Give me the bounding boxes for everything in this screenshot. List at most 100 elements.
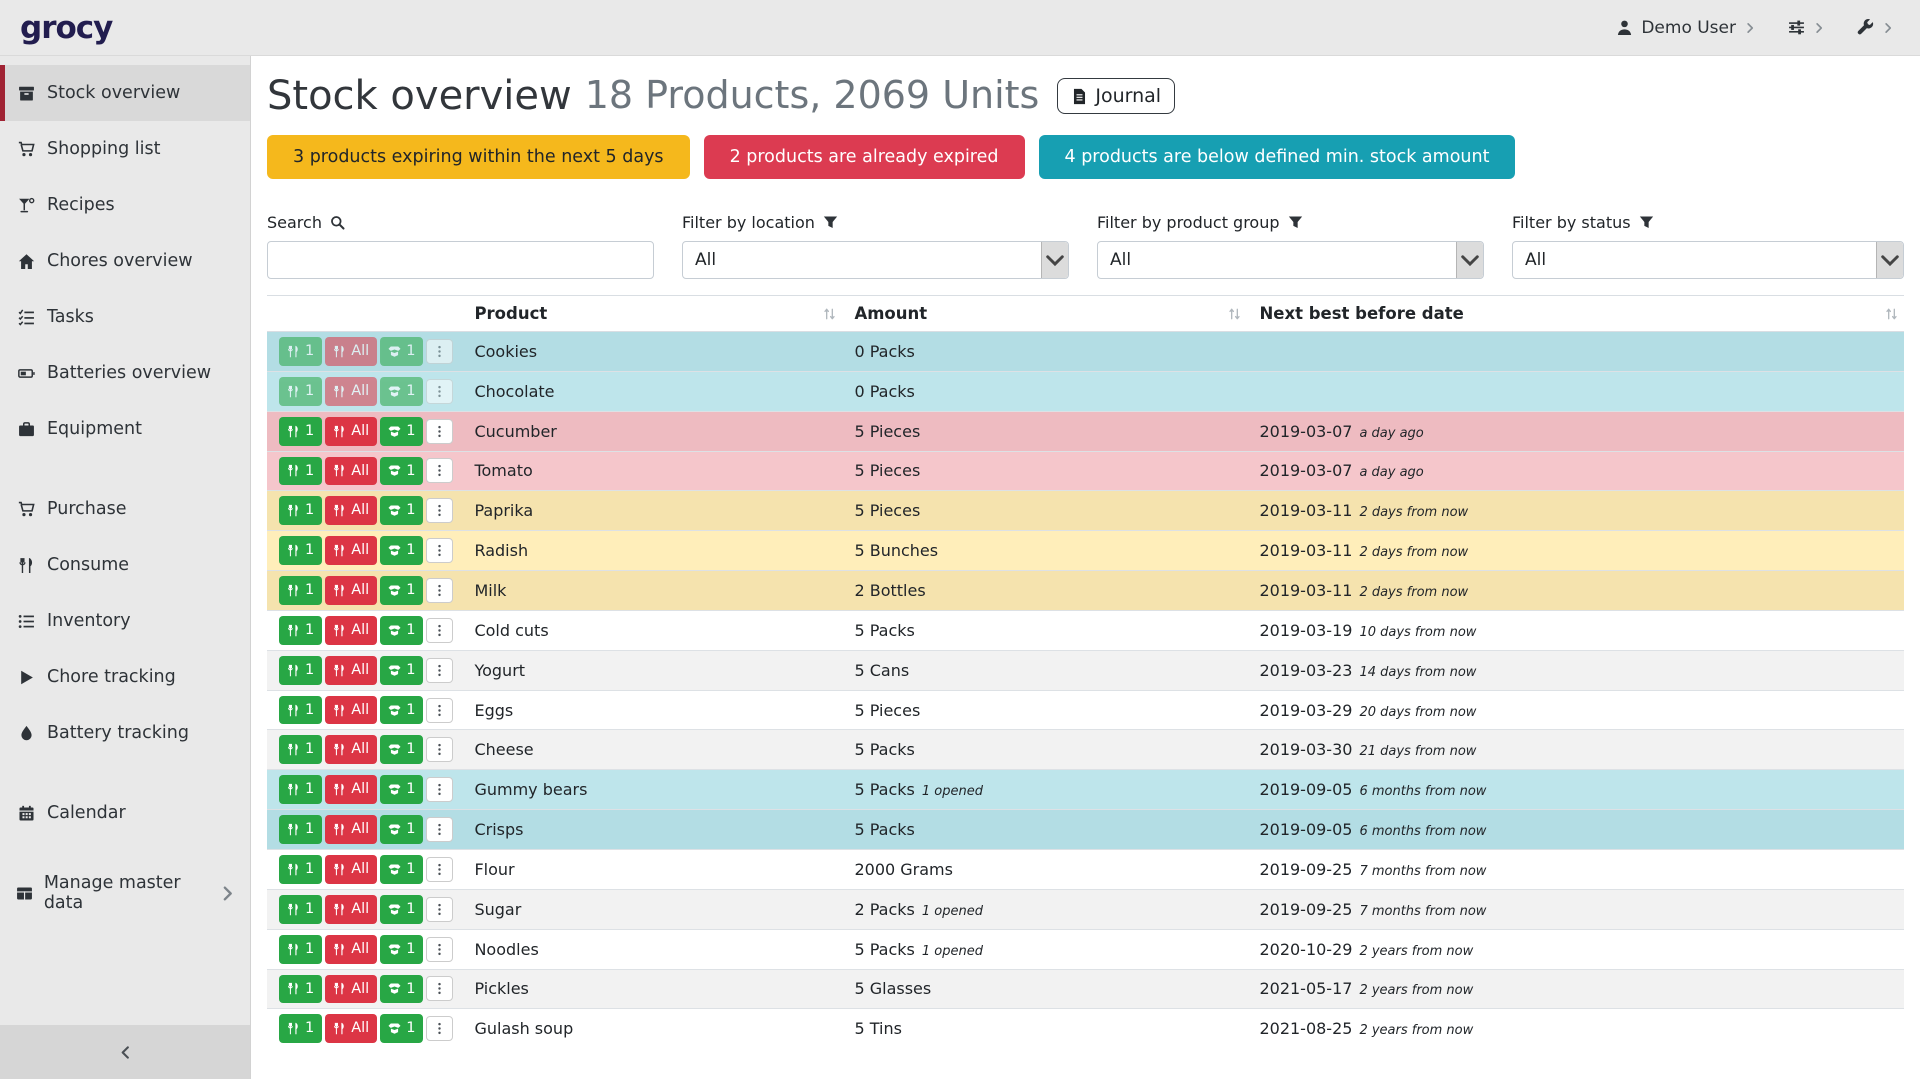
row-menu-button[interactable] [426,578,453,603]
user-menu[interactable]: Demo User [1616,18,1756,38]
row-menu-button[interactable] [426,777,453,802]
open-one-button[interactable]: 1 [380,536,423,565]
sidebar-item-inventory[interactable]: Inventory [0,593,250,649]
row-menu-button[interactable] [426,339,453,364]
consume-one-button[interactable]: 1 [279,656,322,685]
alert-danger[interactable]: 2 products are already expired [704,135,1025,179]
row-menu-button[interactable] [426,538,453,563]
consume-all-button[interactable]: All [325,815,377,844]
consume-one-button[interactable]: 1 [279,735,322,764]
row-menu-button[interactable] [426,379,453,404]
sidebar-item-equipment[interactable]: Equipment [0,401,250,457]
sidebar-item-stock-overview[interactable]: Stock overview [0,65,250,121]
consume-all-button[interactable]: All [325,576,377,605]
row-menu-button[interactable] [426,618,453,643]
open-one-button[interactable]: 1 [380,895,423,924]
sidebar-item-manage-master-data[interactable]: Manage master data [0,865,250,921]
sidebar-item-batteries-overview[interactable]: Batteries overview [0,345,250,401]
best-before-column-header[interactable]: Next best before date [1247,296,1904,332]
open-one-button[interactable]: 1 [380,616,423,645]
sort-icon[interactable] [1884,306,1899,321]
alert-warning[interactable]: 3 products expiring within the next 5 da… [267,135,690,179]
open-one-button[interactable]: 1 [380,735,423,764]
settings-menu[interactable] [1788,19,1825,36]
open-one-button[interactable]: 1 [380,696,423,725]
row-menu-button[interactable] [426,498,453,523]
row-menu-button[interactable] [426,857,453,882]
consume-one-button[interactable]: 1 [279,536,322,565]
open-one-button[interactable]: 1 [380,576,423,605]
app-logo[interactable]: grocy [20,10,112,46]
sidebar-item-purchase[interactable]: Purchase [0,481,250,537]
open-one-button[interactable]: 1 [380,935,423,964]
consume-all-button[interactable]: All [325,775,377,804]
consume-all-button[interactable]: All [325,735,377,764]
consume-all-button[interactable]: All [325,1014,377,1043]
consume-one-button[interactable]: 1 [279,696,322,725]
row-menu-button[interactable] [426,419,453,444]
open-one-button[interactable]: 1 [380,775,423,804]
row-menu-button[interactable] [426,937,453,962]
open-one-button[interactable]: 1 [380,855,423,884]
product-group-select[interactable]: All [1097,241,1484,279]
consume-one-button[interactable]: 1 [279,975,322,1004]
location-select[interactable]: All [682,241,1069,279]
consume-all-button[interactable]: All [325,975,377,1004]
open-one-button[interactable]: 1 [380,975,423,1004]
consume-all-button[interactable]: All [325,935,377,964]
consume-one-button[interactable]: 1 [279,377,322,406]
open-one-button[interactable]: 1 [380,1014,423,1043]
sidebar-item-consume[interactable]: Consume [0,537,250,593]
open-one-button[interactable]: 1 [380,656,423,685]
sort-icon[interactable] [822,306,837,321]
row-menu-button[interactable] [426,1016,453,1041]
consume-one-button[interactable]: 1 [279,775,322,804]
consume-all-button[interactable]: All [325,457,377,486]
sidebar-item-chore-tracking[interactable]: Chore tracking [0,649,250,705]
consume-all-button[interactable]: All [325,377,377,406]
journal-button[interactable]: Journal [1057,78,1175,114]
consume-one-button[interactable]: 1 [279,496,322,525]
consume-one-button[interactable]: 1 [279,457,322,486]
sidebar-item-recipes[interactable]: Recipes [0,177,250,233]
consume-one-button[interactable]: 1 [279,815,322,844]
sidebar-collapse-button[interactable] [0,1025,250,1079]
sort-icon[interactable] [1227,306,1242,321]
consume-all-button[interactable]: All [325,337,377,366]
consume-all-button[interactable]: All [325,696,377,725]
consume-one-button[interactable]: 1 [279,935,322,964]
sidebar-item-calendar[interactable]: Calendar [0,785,250,841]
consume-all-button[interactable]: All [325,616,377,645]
consume-all-button[interactable]: All [325,536,377,565]
consume-all-button[interactable]: All [325,656,377,685]
open-one-button[interactable]: 1 [380,457,423,486]
amount-column-header[interactable]: Amount [842,296,1247,332]
consume-one-button[interactable]: 1 [279,576,322,605]
row-menu-button[interactable] [426,897,453,922]
search-input[interactable] [267,241,654,279]
sidebar-item-chores-overview[interactable]: Chores overview [0,233,250,289]
sidebar-item-battery-tracking[interactable]: Battery tracking [0,705,250,761]
consume-one-button[interactable]: 1 [279,1014,322,1043]
alert-info[interactable]: 4 products are below defined min. stock … [1039,135,1516,179]
open-one-button[interactable]: 1 [380,377,423,406]
open-one-button[interactable]: 1 [380,337,423,366]
consume-all-button[interactable]: All [325,895,377,924]
row-menu-button[interactable] [426,698,453,723]
consume-one-button[interactable]: 1 [279,895,322,924]
open-one-button[interactable]: 1 [380,815,423,844]
sidebar-item-tasks[interactable]: Tasks [0,289,250,345]
row-menu-button[interactable] [426,817,453,842]
row-menu-button[interactable] [426,737,453,762]
admin-menu[interactable] [1857,19,1894,36]
row-menu-button[interactable] [426,458,453,483]
row-menu-button[interactable] [426,976,453,1001]
consume-one-button[interactable]: 1 [279,855,322,884]
product-column-header[interactable]: Product [462,296,842,332]
open-one-button[interactable]: 1 [380,496,423,525]
consume-one-button[interactable]: 1 [279,616,322,645]
status-select[interactable]: All [1512,241,1904,279]
consume-all-button[interactable]: All [325,855,377,884]
consume-one-button[interactable]: 1 [279,417,322,446]
consume-one-button[interactable]: 1 [279,337,322,366]
